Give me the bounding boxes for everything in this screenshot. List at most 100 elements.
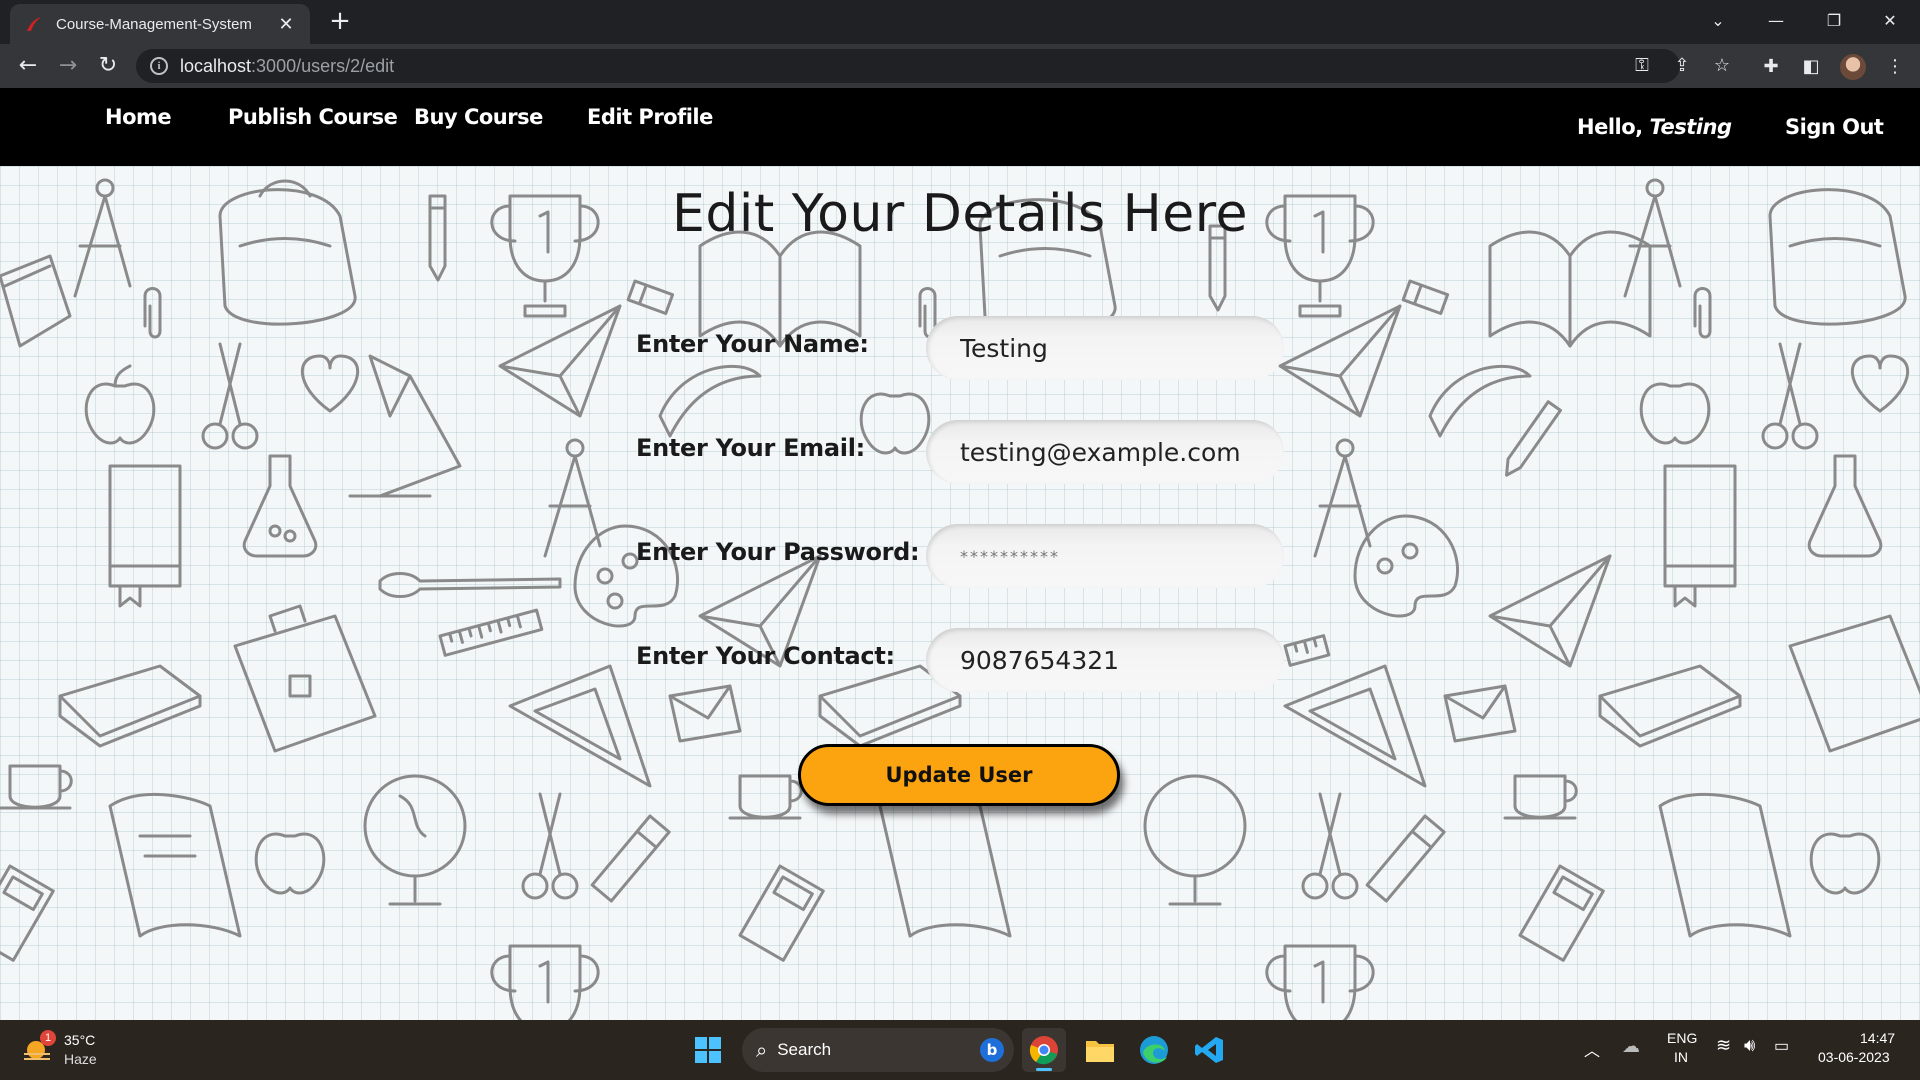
open-book-doodle-icon — [698, 230, 862, 348]
show-hidden-icons-icon[interactable]: ︿ — [1584, 1037, 1600, 1061]
taskbar-edge-app[interactable] — [1132, 1028, 1176, 1072]
close-window-button[interactable]: ✕ — [1862, 0, 1918, 40]
scissors-doodle-icon — [521, 792, 579, 900]
apple-doodle-icon — [84, 364, 156, 445]
back-button[interactable]: ← — [14, 52, 42, 80]
nav-publish-course-link[interactable]: Publish Course — [228, 105, 398, 129]
clock-date[interactable]: 03-06-2023 — [1818, 1049, 1890, 1065]
windows-start-button[interactable] — [686, 1028, 730, 1072]
nav-buy-course-link[interactable]: Buy Course — [414, 105, 543, 129]
coffee-cup-doodle-icon — [728, 774, 803, 820]
volume-icon[interactable]: 🔊︎ — [1744, 1035, 1755, 1056]
email-input[interactable] — [926, 420, 1284, 484]
paper-doodle-icon — [1658, 793, 1792, 938]
address-bar[interactable]: i localhost:3000/users/2/edit — [136, 49, 1680, 83]
contact-input[interactable] — [926, 628, 1284, 692]
password-label: Enter Your Password: — [636, 538, 920, 566]
set-square-doodle-icon — [1283, 664, 1427, 788]
site-info-icon[interactable]: i — [150, 57, 168, 75]
eraser-doodle-icon — [1401, 279, 1450, 315]
rails-favicon-icon — [27, 17, 41, 31]
taskbar-search-label: Search — [777, 1040, 832, 1059]
heart-doodle-icon — [301, 354, 359, 413]
tab-close-icon[interactable]: ✕ — [276, 14, 296, 35]
paintbrush-doodle-icon — [378, 572, 562, 598]
search-icon: ⌕ — [756, 1038, 768, 1062]
tab-search-icon[interactable]: ⌄ — [1690, 0, 1746, 40]
book-doodle-icon — [1663, 464, 1737, 608]
bing-icon[interactable]: b — [980, 1038, 1004, 1062]
heart-doodle-icon — [1851, 354, 1909, 413]
url-host: localhost — [180, 55, 252, 76]
school-doodle-background — [0, 178, 1920, 1020]
minimize-button[interactable]: — — [1748, 0, 1804, 40]
coffee-cup-doodle-icon — [0, 764, 73, 810]
wifi-icon[interactable]: ≋ — [1716, 1035, 1731, 1056]
nav-sign-out-link[interactable]: Sign Out — [1785, 115, 1884, 139]
apple-doodle-icon — [859, 392, 931, 455]
folder-icon — [1086, 1041, 1114, 1062]
trophy-doodle-icon — [1265, 944, 1375, 1020]
side-panel-icon[interactable]: ◧ — [1800, 56, 1822, 78]
contact-label: Enter Your Contact: — [636, 642, 895, 670]
paper-clip-doodle-icon — [1693, 287, 1712, 339]
scissors-doodle-icon — [1761, 342, 1819, 450]
chrome-menu-icon[interactable]: ⋮ — [1884, 56, 1906, 78]
share-icon[interactable]: ⇪ — [1672, 56, 1692, 76]
book-doodle-icon — [1598, 664, 1742, 748]
scissors-doodle-icon — [201, 342, 259, 450]
ruler-doodle-icon — [438, 608, 544, 657]
profile-avatar[interactable] — [1840, 54, 1866, 80]
onedrive-offline-icon[interactable]: ☁ — [1622, 1036, 1640, 1057]
browser-tab[interactable]: Course-Management-System ✕ — [10, 4, 310, 44]
chrome-icon — [1029, 1036, 1058, 1065]
weather-notification-badge: 1 — [40, 1030, 56, 1046]
weather-condition: Haze — [64, 1051, 97, 1067]
tab-title: Course-Management-System — [56, 15, 252, 33]
apple-doodle-icon — [254, 832, 326, 895]
trophy-doodle-icon — [490, 944, 600, 1020]
nav-edit-profile-link[interactable]: Edit Profile — [587, 105, 713, 129]
page-title: Edit Your Details Here — [672, 184, 1248, 244]
taskbar-vscode-app[interactable] — [1188, 1028, 1232, 1072]
book-doodle-icon — [58, 664, 202, 748]
url-path: :3000/users/2/edit — [251, 55, 395, 76]
password-input[interactable] — [926, 524, 1284, 588]
region-indicator[interactable]: IN — [1674, 1049, 1688, 1065]
paper-doodle-icon — [878, 793, 1012, 938]
nav-home-link[interactable]: Home — [105, 105, 172, 129]
glue-stick-doodle-icon — [590, 814, 671, 903]
set-square-doodle-icon — [508, 664, 652, 788]
flask-doodle-icon — [1807, 454, 1883, 558]
ruler-doodle-icon — [1283, 634, 1331, 667]
weather-temperature: 35°C — [64, 1032, 96, 1048]
calculator-doodle-icon — [738, 864, 825, 962]
drafting-compass-doodle-icon — [543, 438, 602, 558]
active-app-indicator — [1036, 1068, 1052, 1071]
restore-button[interactable]: ❐ — [1806, 0, 1862, 40]
key-icon[interactable]: ⚿ — [1632, 56, 1652, 76]
weather-widget[interactable]: 1 35°C Haze — [18, 1028, 118, 1072]
envelope-doodle-icon — [1443, 684, 1517, 743]
bookmark-star-icon[interactable]: ☆ — [1712, 56, 1732, 76]
drafting-compass-doodle-icon — [1313, 438, 1372, 558]
taskbar-file-explorer-app[interactable] — [1078, 1028, 1122, 1072]
update-user-button[interactable]: Update User — [798, 744, 1120, 806]
name-label: Enter Your Name: — [636, 330, 869, 358]
taskbar-search-box[interactable]: ⌕ Search b — [742, 1028, 1014, 1072]
forward-button[interactable]: → — [54, 52, 82, 80]
clock-time[interactable]: 14:47 — [1860, 1030, 1895, 1046]
pencil-doodle-icon — [1505, 400, 1562, 477]
language-indicator[interactable]: ENG — [1667, 1030, 1697, 1046]
briefcase-doodle-icon — [1788, 614, 1920, 753]
name-input[interactable] — [926, 316, 1284, 380]
reload-button[interactable]: ↻ — [94, 52, 122, 80]
globe-doodle-icon — [363, 774, 467, 906]
extensions-icon[interactable]: ✚ — [1760, 56, 1782, 78]
new-tab-button[interactable]: + — [326, 8, 354, 36]
banana-doodle-icon — [1428, 364, 1532, 438]
taskbar-chrome-app[interactable] — [1022, 1028, 1066, 1072]
paper-plane-doodle-icon — [498, 304, 622, 418]
battery-icon[interactable]: ▭ — [1774, 1036, 1789, 1056]
paper-plane-doodle-icon — [1278, 304, 1402, 418]
